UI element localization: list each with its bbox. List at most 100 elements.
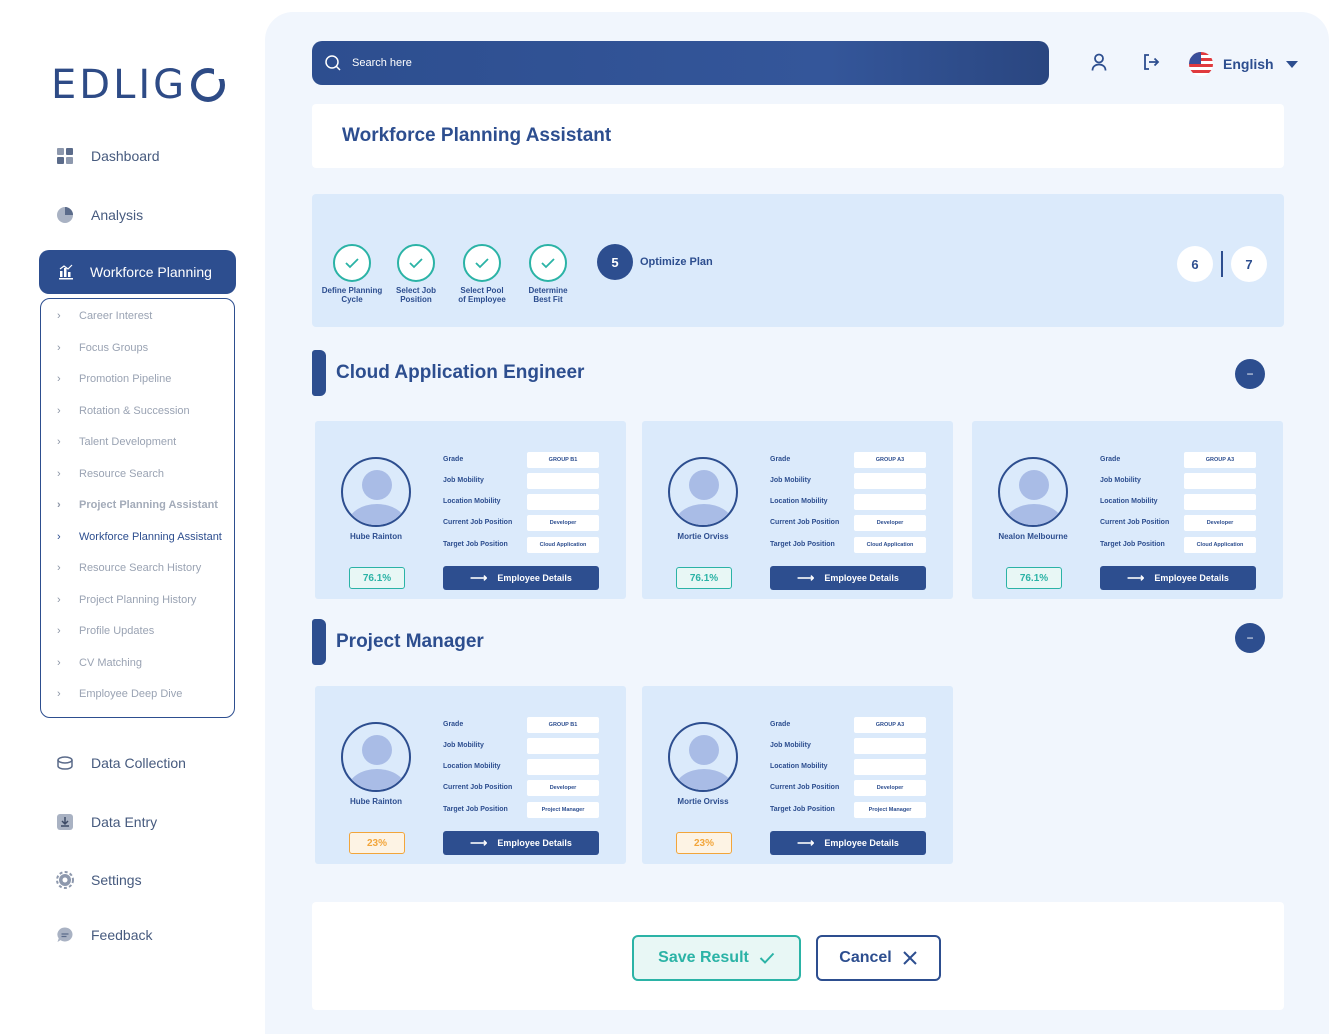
button-label: Employee Details — [1154, 573, 1229, 583]
sidebar-item-label: Feedback — [91, 927, 153, 943]
step-label-line: Determine — [528, 286, 568, 295]
sidebar-item-data-collection[interactable]: Data Collection — [55, 753, 186, 773]
step-select-job-position[interactable]: Select Job Position — [381, 244, 451, 304]
check-icon — [529, 244, 567, 282]
employee-card: Mortie Orviss 23% Grade GROUP A3 Job Mob… — [642, 686, 953, 864]
employee-card: Hube Rainton 23% Grade GROUP B1 Job Mobi… — [315, 686, 626, 864]
avatar-body — [675, 769, 733, 790]
submenu-item-current[interactable]: › Workforce Planning Assistant — [57, 531, 222, 543]
search-bar[interactable]: Search here — [312, 41, 1049, 85]
gear-icon — [55, 870, 75, 890]
match-score-badge: 76.1% — [1006, 567, 1062, 589]
submenu-item[interactable]: › Resource Search — [57, 468, 164, 480]
pager-divider — [1221, 251, 1223, 277]
step-label: Determine Best Fit — [528, 286, 567, 304]
employee-details-button[interactable]: ⟶ Employee Details — [770, 566, 926, 590]
check-icon — [397, 244, 435, 282]
employee-details-button[interactable]: ⟶ Employee Details — [770, 831, 926, 855]
step-define-planning-cycle[interactable]: Define Planning Cycle — [317, 244, 387, 304]
submenu-item[interactable]: › Focus Groups — [57, 342, 148, 354]
target-position-value: Project Manager — [527, 802, 599, 818]
step-6-button[interactable]: 6 — [1177, 246, 1213, 282]
step-label-line: Select Job — [395, 286, 436, 295]
current-position-value: Developer — [527, 515, 599, 531]
attr-label: Current Job Position — [443, 784, 513, 791]
submenu-item[interactable]: › CV Matching — [57, 657, 142, 669]
employee-details-button[interactable]: ⟶ Employee Details — [1100, 566, 1256, 590]
attr-label: Job Mobility — [770, 742, 811, 749]
target-position-value: Project Manager — [854, 802, 926, 818]
submenu-item[interactable]: › Project Planning Assistant — [57, 499, 218, 511]
button-label: Employee Details — [824, 838, 899, 848]
step-optimize-plan[interactable]: 5 Optimize Plan — [597, 244, 713, 280]
chevron-right-icon: › — [57, 342, 61, 354]
search-icon — [324, 54, 342, 72]
submenu-item[interactable]: › Resource Search History — [57, 562, 201, 574]
brand-logo[interactable]: EDLIG — [51, 62, 227, 108]
section-title: Cloud Application Engineer — [336, 362, 585, 383]
step-number: 5 — [597, 244, 633, 280]
search-input[interactable]: Search here — [352, 57, 412, 69]
attr-label: Grade — [443, 456, 464, 463]
submenu-item[interactable]: › Rotation & Succession — [57, 405, 190, 417]
sidebar-item-workforce-planning[interactable]: Workforce Planning — [39, 250, 236, 294]
step-label: Define Planning Cycle — [322, 286, 382, 304]
job-mobility-value — [527, 738, 599, 754]
logout-icon[interactable] — [1141, 52, 1161, 72]
attr-label: Grade — [443, 721, 464, 728]
submenu-label: Career Interest — [79, 310, 153, 322]
current-position-value: Developer — [854, 515, 926, 531]
submenu-item[interactable]: › Employee Deep Dive — [57, 688, 182, 700]
sidebar-item-label: Data Entry — [91, 814, 158, 830]
target-position-value: Cloud Application — [527, 537, 599, 553]
job-mobility-value — [854, 738, 926, 754]
employee-name: Mortie Orviss — [677, 797, 729, 806]
submenu-item[interactable]: › Project Planning History — [57, 594, 196, 606]
step-determine-best-fit[interactable]: Determine Best Fit — [513, 244, 583, 304]
location-mobility-value — [527, 494, 599, 510]
collapse-button[interactable]: − — [1235, 623, 1265, 653]
save-result-button[interactable]: Save Result — [632, 935, 801, 981]
chevron-right-icon: › — [57, 436, 61, 448]
employee-card: Mortie Orviss 76.1% Grade GROUP A3 Job M… — [642, 421, 953, 599]
collapse-button[interactable]: − — [1235, 359, 1265, 389]
employee-name: Mortie Orviss — [677, 532, 729, 541]
sidebar-item-analysis[interactable]: Analysis — [55, 205, 143, 225]
employee-details-button[interactable]: ⟶ Employee Details — [443, 831, 599, 855]
cancel-button[interactable]: Cancel — [816, 935, 941, 981]
language-selector[interactable]: English — [1189, 52, 1298, 76]
submenu-item[interactable]: › Talent Development — [57, 436, 176, 448]
step-7-button[interactable]: 7 — [1231, 246, 1267, 282]
grade-value: GROUP B1 — [527, 717, 599, 733]
job-mobility-value — [854, 473, 926, 489]
submenu-label: Promotion Pipeline — [79, 373, 172, 385]
avatar-body — [1005, 504, 1063, 525]
section-header: Cloud Application Engineer — [312, 350, 584, 396]
attr-label: Job Mobility — [1100, 477, 1141, 484]
sidebar-item-feedback[interactable]: Feedback — [55, 925, 152, 945]
sidebar-item-settings[interactable]: Settings — [55, 870, 142, 890]
step-select-pool[interactable]: Select Pool of Employee — [447, 244, 517, 304]
actions-card: Save Result Cancel — [312, 902, 1284, 1010]
sidebar-item-dashboard[interactable]: Dashboard — [55, 146, 160, 166]
chevron-right-icon: › — [57, 310, 61, 322]
check-icon — [463, 244, 501, 282]
submenu-item[interactable]: › Profile Updates — [57, 625, 154, 637]
chevron-right-icon: › — [57, 657, 61, 669]
sidebar-item-label: Settings — [91, 872, 142, 888]
download-icon — [55, 812, 75, 832]
sidebar-item-data-entry[interactable]: Data Entry — [55, 812, 157, 832]
submenu-item[interactable]: › Career Interest — [57, 310, 152, 322]
submenu-item[interactable]: › Promotion Pipeline — [57, 373, 171, 385]
step-label-line: Position — [400, 295, 432, 304]
grade-value: GROUP A3 — [854, 717, 926, 733]
grade-value: GROUP A3 — [854, 452, 926, 468]
grade-value: GROUP B1 — [527, 452, 599, 468]
app-root: EDLIG Dashboard Analysis Workforce Plann… — [0, 0, 1342, 1034]
arrow-right-icon: ⟶ — [470, 571, 488, 585]
employee-details-button[interactable]: ⟶ Employee Details — [443, 566, 599, 590]
button-label: Employee Details — [497, 573, 572, 583]
arrow-right-icon: ⟶ — [1127, 571, 1145, 585]
attr-label: Target Job Position — [770, 806, 835, 813]
user-icon[interactable] — [1089, 52, 1109, 72]
